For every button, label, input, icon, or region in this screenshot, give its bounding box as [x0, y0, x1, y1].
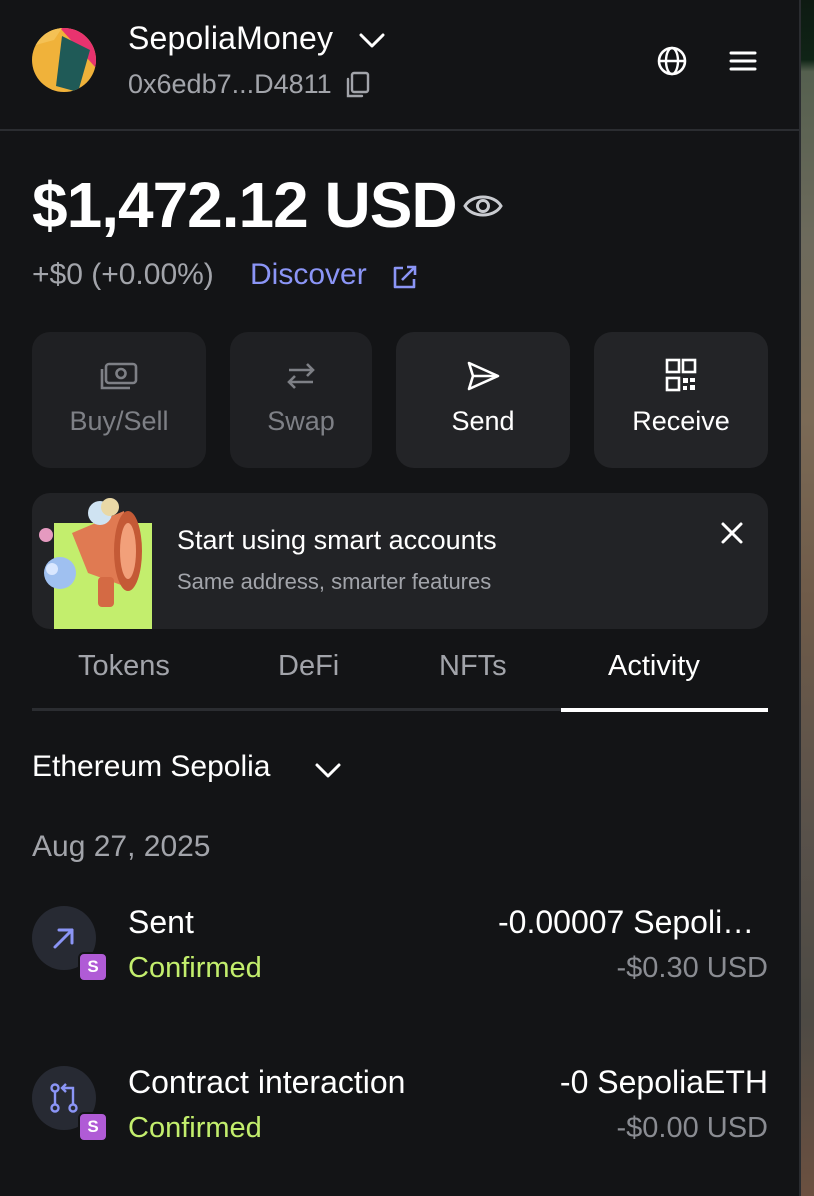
header: SepoliaMoney 0x6edb7...D4811	[0, 0, 800, 131]
activity-status: Confirmed	[128, 952, 262, 984]
buy-sell-label: Buy/Sell	[69, 406, 169, 436]
chevron-down-icon[interactable]	[356, 26, 388, 54]
activity-title: Sent	[128, 904, 194, 940]
copy-icon[interactable]	[342, 70, 372, 100]
send-button[interactable]: Send	[396, 332, 570, 468]
tab-defi[interactable]: DeFi	[278, 650, 339, 683]
discover-link[interactable]: Discover	[250, 258, 367, 292]
hamburger-menu-icon[interactable]	[726, 44, 760, 78]
account-avatar[interactable]	[32, 28, 96, 92]
balance-change: +$0 (+0.00%)	[32, 258, 214, 291]
activity-title: Contract interaction	[128, 1064, 406, 1100]
globe-icon[interactable]	[655, 44, 689, 78]
activity-item[interactable]: S Contract interaction Confirmed -0 Sepo…	[32, 1064, 768, 1186]
swap-button[interactable]: Swap	[230, 332, 372, 468]
cash-icon	[100, 362, 138, 390]
eye-icon[interactable]	[462, 188, 504, 224]
wallet-panel: SepoliaMoney 0x6edb7...D4811 $1,472.12 U…	[0, 0, 801, 1196]
network-badge: S	[78, 1112, 108, 1142]
total-balance: $1,472.12 USD	[32, 169, 458, 241]
network-badge: S	[78, 952, 108, 982]
swap-arrows-icon	[287, 363, 315, 389]
chevron-down-icon[interactable]	[312, 756, 344, 784]
activity-amount: -0 SepoliaETH	[559, 1064, 768, 1100]
send-arrow-icon	[467, 361, 500, 391]
tab-activity[interactable]: Activity	[608, 650, 700, 683]
buy-sell-button[interactable]: Buy/Sell	[32, 332, 206, 468]
tab-nfts[interactable]: NFTs	[439, 650, 507, 683]
contract-icon	[50, 1083, 78, 1113]
banner-title: Start using smart accounts	[177, 525, 497, 555]
activity-item[interactable]: S Sent Confirmed -0.00007 SepoliaETH -$0…	[32, 904, 768, 1026]
banner-subtitle: Same address, smarter features	[177, 569, 492, 594]
activity-amount: -0.00007 SepoliaETH	[498, 904, 768, 940]
network-selector[interactable]: Ethereum Sepolia	[32, 750, 270, 784]
qr-code-icon	[665, 358, 697, 392]
activity-fiat-amount: -$0.00 USD	[616, 1112, 768, 1144]
smart-accounts-banner[interactable]: Start using smart accounts Same address,…	[32, 493, 768, 629]
external-link-icon[interactable]	[390, 262, 420, 292]
receive-label: Receive	[632, 406, 730, 436]
panel-divider	[799, 0, 801, 1196]
close-icon[interactable]	[718, 519, 746, 547]
background-window-strip	[800, 0, 814, 1196]
tab-tokens[interactable]: Tokens	[78, 650, 170, 683]
asset-tabs: Tokens DeFi NFTs Activity	[32, 640, 768, 712]
swap-label: Swap	[267, 406, 335, 436]
arrow-up-right-icon	[53, 928, 74, 949]
send-label: Send	[451, 406, 515, 436]
megaphone-illustration	[39, 498, 152, 629]
active-tab-indicator	[561, 708, 768, 712]
account-address: 0x6edb7...D4811	[128, 69, 332, 99]
receive-button[interactable]: Receive	[594, 332, 768, 468]
activity-fiat-amount: -$0.30 USD	[616, 952, 768, 984]
activity-date: Aug 27, 2025	[32, 830, 211, 863]
activity-status: Confirmed	[128, 1112, 262, 1144]
account-name[interactable]: SepoliaMoney	[128, 20, 333, 57]
